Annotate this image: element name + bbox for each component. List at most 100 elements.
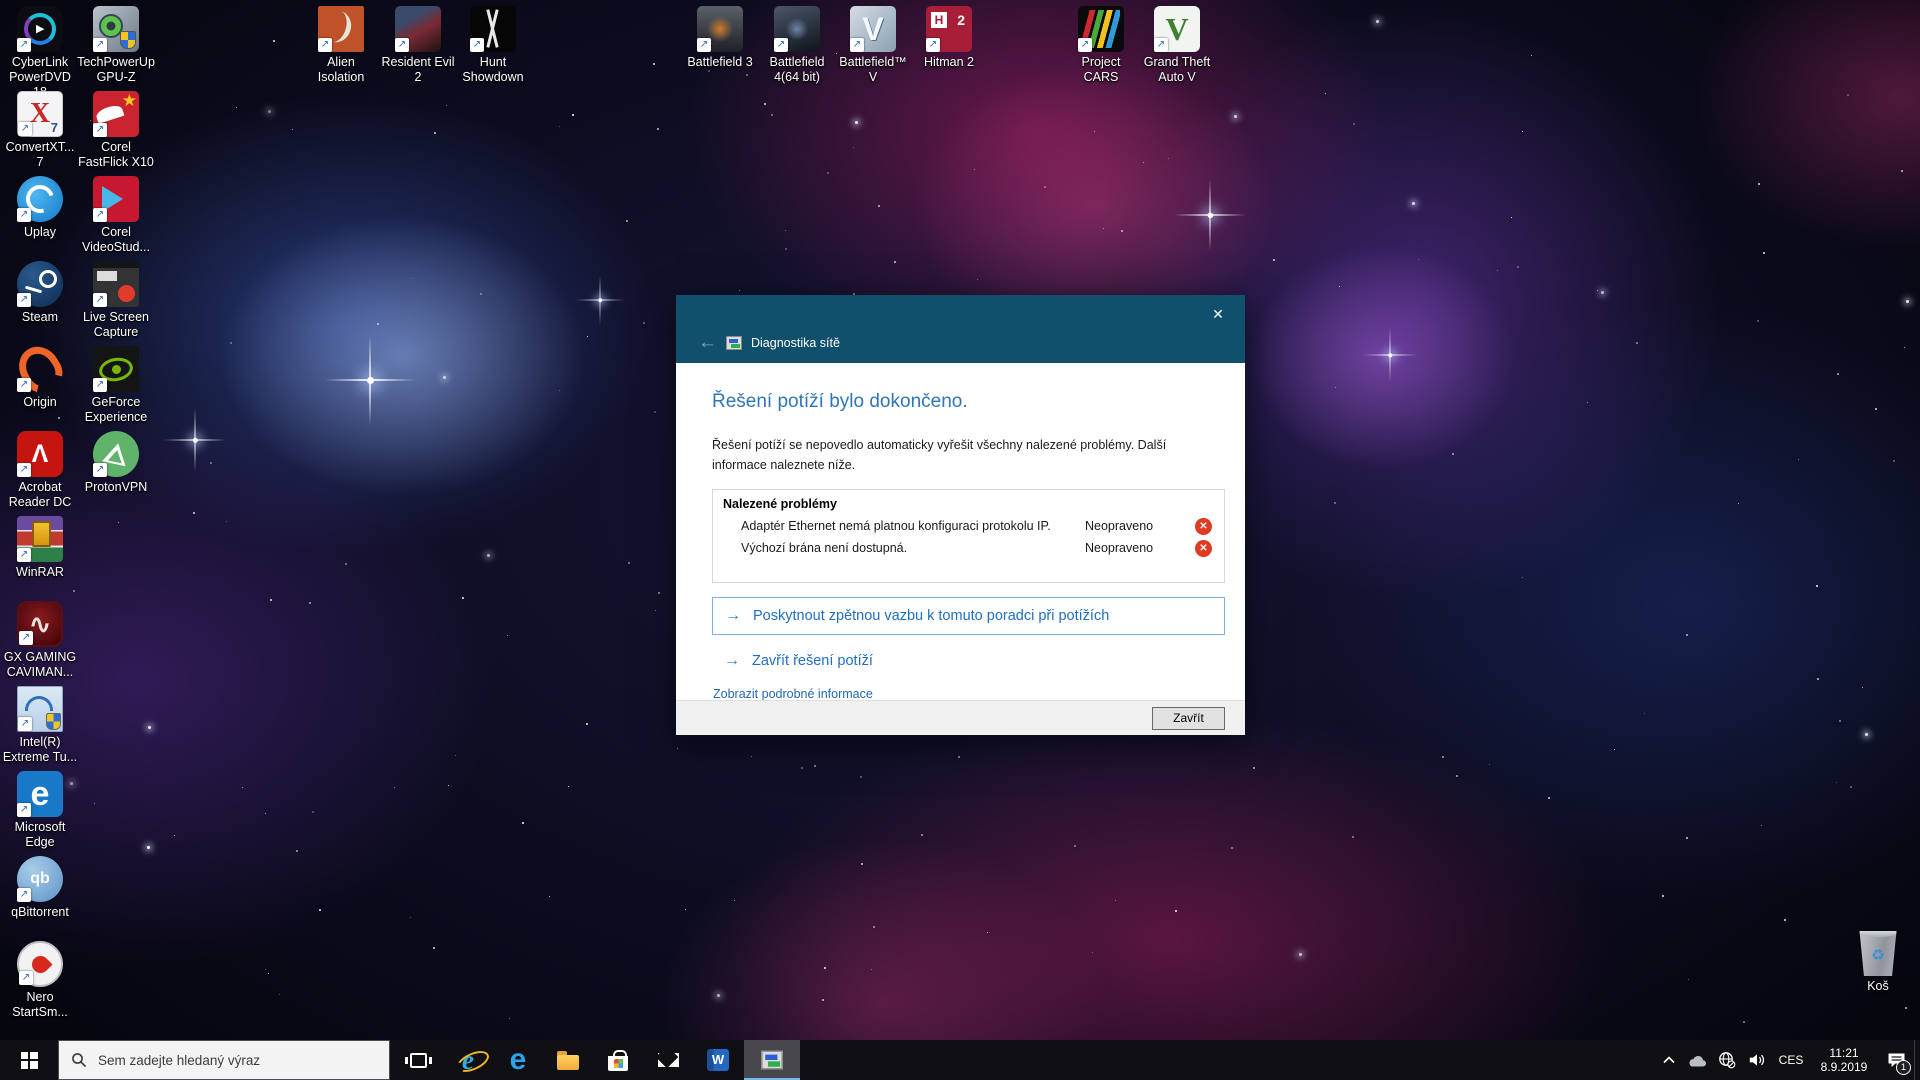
protonvpn-icon — [93, 431, 139, 477]
dialog-description: Řešení potíží se nepovedlo automaticky v… — [712, 435, 1217, 475]
star — [1531, 55, 1532, 56]
network-diagnostics-window: Diagnostika sítě Řešení potíží bylo doko… — [676, 295, 1245, 735]
desktop-icon-acrobat[interactable]: Acrobat Reader DC — [2, 431, 78, 510]
problem-status: Neopraveno — [1085, 519, 1195, 533]
volume-tray-button[interactable] — [1742, 1040, 1772, 1080]
desktop-icon-project-cars[interactable]: Project CARS — [1063, 6, 1139, 85]
recycle-bin[interactable]: Koš — [1836, 926, 1920, 994]
edge-button[interactable]: e — [494, 1040, 542, 1080]
desktop-icon-gpuz[interactable]: TechPowerUp GPU-Z — [78, 6, 154, 85]
desktop-icon-label: Microsoft Edge — [2, 820, 78, 850]
close-dialog-button[interactable]: Zavřít — [1152, 707, 1225, 730]
desktop-icon-label: Acrobat Reader DC — [2, 480, 78, 510]
file-explorer-button[interactable] — [544, 1040, 592, 1080]
clock[interactable]: 11:21 8.9.2019 — [1810, 1040, 1878, 1080]
desktop-icon-label: GeForce Experience — [78, 395, 154, 425]
desktop-icon-qbittorrent[interactable]: qBittorrent — [2, 856, 78, 920]
word-button[interactable] — [694, 1040, 742, 1080]
star — [1850, 786, 1852, 788]
start-button[interactable] — [0, 1040, 58, 1080]
desktop-icon-label: Battlefield 4(64 bit) — [759, 55, 835, 85]
desktop-icon-livescreen[interactable]: Live Screen Capture — [78, 261, 154, 340]
desktop-icon-steam[interactable]: Steam — [2, 261, 78, 325]
onedrive-tray-button[interactable] — [1682, 1040, 1712, 1080]
back-arrow-icon[interactable] — [698, 335, 717, 351]
desktop-icon-videostudio[interactable]: Corel VideoStud... — [78, 176, 154, 255]
star — [785, 248, 787, 250]
star — [717, 994, 720, 997]
desktop-icon-cyberlink-powerdvd[interactable]: CyberLink PowerDVD 18 — [2, 6, 78, 86]
star — [377, 323, 379, 325]
desktop-icon-convertx[interactable]: ConvertXT... 7 — [2, 91, 78, 170]
shortcut-arrow-icon — [18, 717, 32, 731]
show-desktop-button[interactable] — [1914, 1040, 1920, 1080]
desktop-icon-alien-isolation[interactable]: Alien Isolation — [303, 6, 379, 85]
star — [977, 279, 978, 280]
star — [739, 290, 740, 291]
star — [1412, 202, 1415, 205]
desktop-icon-edge[interactable]: Microsoft Edge — [2, 771, 78, 850]
star — [653, 63, 655, 65]
desktop-icon-protonvpn[interactable]: ProtonVPN — [78, 431, 154, 495]
star — [312, 811, 314, 813]
desktop-icon-label: Live Screen Capture — [78, 310, 154, 340]
desktop-icon-gta-v[interactable]: Grand Theft Auto V — [1139, 6, 1215, 85]
store-button[interactable] — [594, 1040, 642, 1080]
desktop-icon-geforce[interactable]: GeForce Experience — [78, 346, 154, 425]
star — [1092, 952, 1093, 953]
star — [58, 417, 60, 419]
desktop-icon-intel-xtu[interactable]: Intel(R) Extreme Tu... — [2, 686, 78, 765]
desktop-icon-fastflick[interactable]: Corel FastFlick X10 — [78, 91, 154, 170]
star — [568, 786, 569, 787]
mail-button[interactable] — [644, 1040, 692, 1080]
star — [1452, 453, 1454, 455]
network-diagnostics-taskbar-button[interactable] — [744, 1040, 800, 1080]
star — [1636, 342, 1638, 344]
star — [746, 74, 748, 76]
desktop-icon-nero[interactable]: Nero StartSm... — [2, 941, 78, 1020]
star — [1906, 300, 1909, 303]
tray-expand-button[interactable] — [1656, 1040, 1682, 1080]
desktop-icon-origin[interactable]: Origin — [2, 346, 78, 410]
star-flare — [1174, 179, 1246, 251]
network-tray-button[interactable] — [1712, 1040, 1742, 1080]
shortcut-arrow-icon — [1078, 38, 1092, 52]
gx-gaming-icon — [17, 601, 63, 647]
star — [230, 342, 232, 344]
search-input[interactable]: Sem zadejte hledaný výraz — [58, 1040, 390, 1080]
star — [193, 512, 195, 514]
star — [1798, 459, 1799, 460]
star — [626, 220, 628, 222]
problem-text: Adaptér Ethernet nemá platnou konfigurac… — [741, 519, 1085, 533]
desktop-icon-battlefield-3[interactable]: Battlefield 3 — [682, 6, 758, 70]
feedback-command-link[interactable]: Poskytnout zpětnou vazbu k tomuto poradc… — [712, 597, 1225, 635]
star — [855, 121, 858, 124]
desktop-icon-uplay[interactable]: Uplay — [2, 176, 78, 240]
language-indicator[interactable]: CES — [1772, 1040, 1810, 1080]
desktop-icon-battlefield-4[interactable]: Battlefield 4(64 bit) — [759, 6, 835, 85]
close-icon[interactable] — [1201, 301, 1235, 327]
star — [1847, 94, 1849, 96]
star — [1862, 687, 1863, 688]
star — [412, 278, 413, 279]
action-center-button[interactable]: 1 — [1878, 1040, 1914, 1080]
star — [345, 563, 347, 565]
desktop-icon-winrar[interactable]: WinRAR — [2, 516, 78, 580]
star — [507, 635, 508, 636]
shortcut-arrow-icon — [395, 38, 409, 52]
star — [1761, 825, 1762, 826]
internet-explorer-button[interactable]: e — [444, 1040, 492, 1080]
network-diagnostics-app-icon — [726, 336, 742, 350]
shortcut-arrow-icon — [93, 378, 107, 392]
desktop-icon-battlefield-v[interactable]: Battlefield™ V — [835, 6, 911, 85]
details-link[interactable]: Zobrazit podrobné informace — [713, 687, 873, 701]
star — [822, 999, 824, 1001]
desktop-icon-resident-evil-2[interactable]: Resident Evil 2 — [380, 6, 456, 85]
desktop-icon-hitman-2[interactable]: Hitman 2 — [911, 6, 987, 70]
task-view-button[interactable] — [394, 1040, 442, 1080]
desktop-icon-hunt-showdown[interactable]: Hunt Showdown — [455, 6, 531, 85]
star — [1758, 183, 1760, 185]
star — [1497, 270, 1498, 271]
close-troubleshooter-command-link[interactable]: Zavřít řešení potíží — [712, 649, 1225, 673]
desktop-icon-gx-gaming[interactable]: GX GAMING CAVIMAN... — [2, 601, 78, 680]
